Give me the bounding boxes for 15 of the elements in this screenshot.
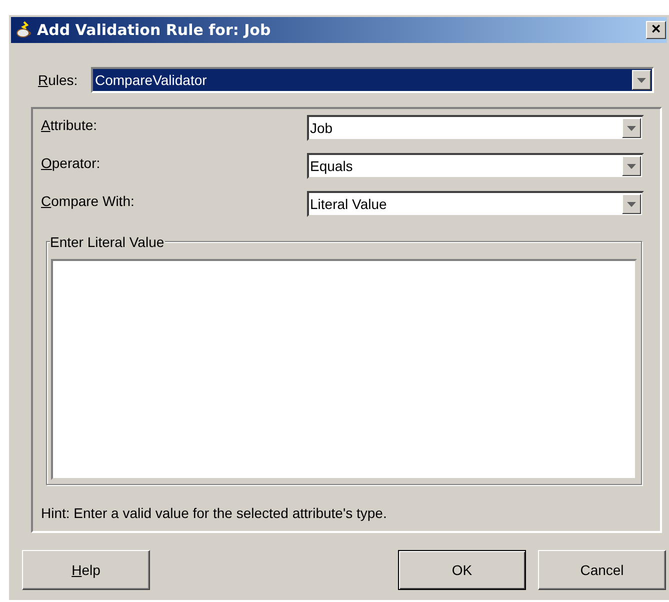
hint-text: Hint: Enter a valid value for the selected attribute's type. bbox=[41, 504, 388, 523]
field-dropdown[interactable]: Literal Value bbox=[307, 191, 644, 217]
dialog-button[interactable]: OK bbox=[398, 550, 526, 590]
rules-dropdown[interactable]: CompareValidator bbox=[91, 67, 654, 93]
field-label: Operator: bbox=[41, 154, 102, 173]
field-dropdown[interactable]: Job bbox=[307, 115, 644, 141]
rules-label: Rules: bbox=[38, 70, 79, 90]
field-dropdown[interactable]: Equals bbox=[307, 153, 644, 179]
coffee-cup-icon bbox=[15, 21, 33, 39]
close-button[interactable]: × bbox=[646, 21, 666, 39]
dialog-button[interactable]: Help bbox=[22, 550, 150, 590]
field-label: Compare With: bbox=[41, 192, 136, 211]
window-title: Add Validation Rule for: Job bbox=[37, 20, 271, 41]
field-label: Attribute: bbox=[41, 116, 98, 135]
dialog-button[interactable]: Cancel bbox=[538, 550, 666, 590]
